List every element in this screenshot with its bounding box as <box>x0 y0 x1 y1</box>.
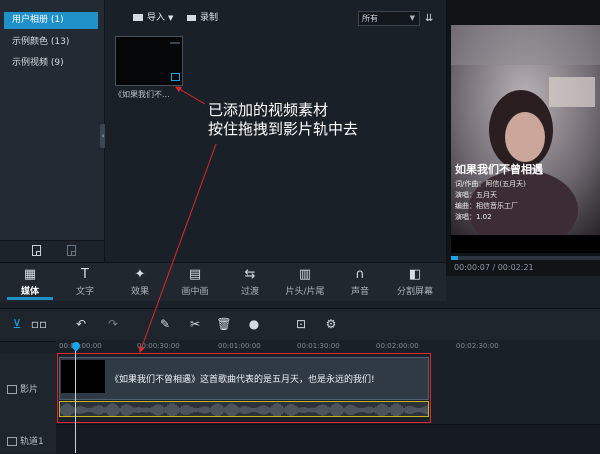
arrow-to-track <box>138 143 217 353</box>
annotation-arrows <box>138 86 217 353</box>
arrow-to-media <box>175 86 206 105</box>
